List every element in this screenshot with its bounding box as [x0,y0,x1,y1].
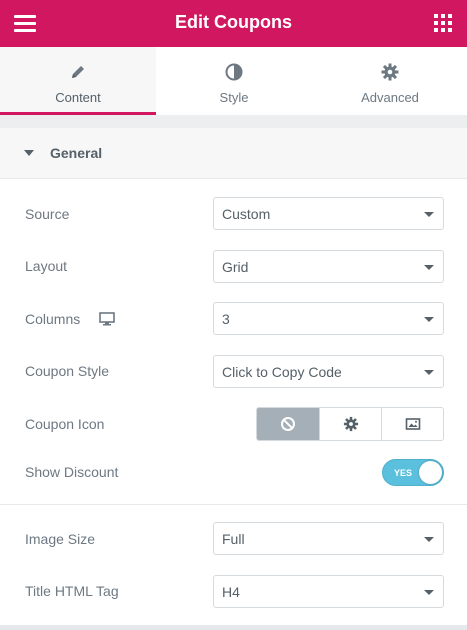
divider [0,504,467,505]
title-html-tag-select[interactable]: H4 [213,575,444,608]
section-title: General [50,145,103,161]
desktop-icon[interactable] [99,312,115,326]
image-size-label: Image Size [25,531,96,547]
tab-label: Content [55,90,101,105]
select-value: Click to Copy Code [222,364,342,380]
toggle-yes-text: YES [394,468,413,478]
show-discount-label: Show Discount [25,464,119,480]
image-size-select[interactable]: Full [213,522,444,555]
panel-header: Edit Coupons [0,0,467,47]
coupon-style-select[interactable]: Click to Copy Code [213,355,444,388]
source-label: Source [25,206,70,222]
title-html-tag-label: Title HTML Tag [25,583,119,599]
tab-label: Style [219,90,249,105]
layout-select[interactable]: Grid [213,250,444,283]
coupon-style-label: Coupon Style [25,363,110,379]
columns-select[interactable]: 3 [213,302,444,335]
select-value: Full [222,531,245,547]
chevron-down-icon [424,370,434,375]
gear-icon [343,416,358,432]
toggle-knob [419,461,442,484]
widgets-grid-icon[interactable] [434,14,452,32]
gear-icon [381,63,399,81]
image-icon [405,418,420,430]
chevron-down-icon [424,265,434,270]
select-value: Grid [222,259,249,275]
tab-style[interactable]: Style [156,47,312,115]
panel-tabs: Content Style Advanced [0,47,467,115]
select-value: Custom [222,206,271,222]
chevron-down-icon [424,537,434,542]
columns-label: Columns [25,311,81,327]
icon-option-gear[interactable] [319,408,381,440]
pencil-icon [72,66,84,78]
icon-option-none[interactable] [257,408,319,440]
select-value: 3 [222,311,230,327]
tab-label: Advanced [361,90,419,105]
contrast-icon [225,63,243,81]
coupon-icon-label: Coupon Icon [25,416,105,432]
show-discount-toggle[interactable]: YES [382,459,444,486]
section-spacer [0,115,467,128]
chevron-down-icon [424,590,434,595]
select-value: H4 [222,584,240,600]
caret-down-icon [24,150,34,156]
coupon-icon-choices [256,407,444,441]
panel-title: Edit Coupons [175,12,292,32]
none-icon [281,417,295,431]
layout-label: Layout [25,258,68,274]
section-bottom-border [0,625,467,630]
tab-content[interactable]: Content [0,47,156,115]
chevron-down-icon [424,317,434,322]
chevron-down-icon [424,212,434,217]
section-general-header[interactable]: General [0,128,467,179]
source-select[interactable]: Custom [213,197,444,230]
tab-advanced[interactable]: Advanced [312,47,467,115]
icon-option-image[interactable] [381,408,443,440]
